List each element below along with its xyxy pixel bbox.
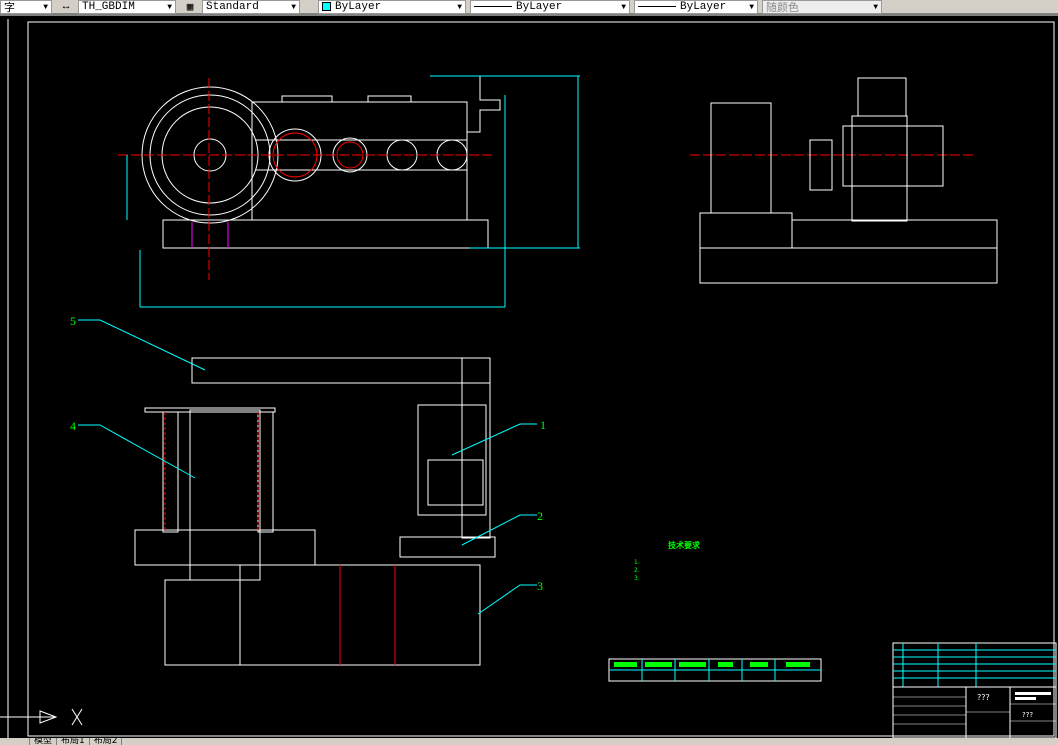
color-swatch-icon xyxy=(322,2,331,11)
plan-hatch xyxy=(164,412,396,665)
chevron-down-icon: ▼ xyxy=(43,2,48,12)
chevron-down-icon: ▼ xyxy=(749,2,754,12)
color-select[interactable]: ByLayer ▼ xyxy=(318,0,466,14)
tech-line-2: 2. xyxy=(634,567,640,574)
centerlines xyxy=(118,78,975,280)
balloon-3: 3 xyxy=(537,579,543,593)
parameter-table xyxy=(608,658,822,682)
properties-toolbar: 字 ▼ ↔ TH_GBDIM ▼ ▦ Standard ▼ ByLayer ▼ ByLa… xyxy=(0,0,1058,16)
lineweight-select[interactable]: ByLayer ▼ xyxy=(634,0,758,14)
tech-line-1: 1. xyxy=(634,559,640,566)
side-view xyxy=(699,77,998,284)
table-style-icon[interactable]: ▦ xyxy=(180,0,200,14)
chevron-down-icon: ▼ xyxy=(621,2,626,12)
magenta-lines xyxy=(191,222,229,248)
tab-layout1[interactable]: 布局1 xyxy=(57,738,90,745)
drawing-frame xyxy=(27,21,1055,737)
chevron-down-icon: ▼ xyxy=(457,2,462,12)
chevron-down-icon: ▼ xyxy=(167,2,172,12)
balloon-5: 5 xyxy=(70,314,76,328)
dimension-style-icon[interactable]: ↔ xyxy=(56,0,76,14)
dimension-style-select[interactable]: TH_GBDIM ▼ xyxy=(78,0,176,14)
title-block-drawing-no: ??? xyxy=(1022,711,1034,719)
title-block xyxy=(892,642,1057,739)
balloon-4: 4 xyxy=(70,419,76,433)
tab-model[interactable]: 模型 xyxy=(30,738,58,745)
text-style-select[interactable]: 字 ▼ xyxy=(0,0,52,15)
plot-style-select: 随颜色 ▼ xyxy=(762,0,882,15)
front-view xyxy=(141,75,501,249)
cad-drawing xyxy=(0,19,1057,739)
tab-layout2[interactable]: 布局2 xyxy=(90,738,123,745)
layout-tabs: 模型 布局1 布局2 xyxy=(0,738,1058,745)
title-block-name: ??? xyxy=(977,693,990,702)
drawing-canvas[interactable]: 1 2 3 4 5 技术要求 1. 2. 3. ??? ??? xyxy=(0,19,1058,739)
line-sample-icon xyxy=(638,6,676,7)
ucs-icon xyxy=(0,708,83,726)
table-style-select[interactable]: Standard ▼ xyxy=(202,0,300,14)
chevron-down-icon: ▼ xyxy=(291,2,296,12)
tab-nav[interactable] xyxy=(0,738,30,745)
tech-line-3: 3. xyxy=(634,575,640,582)
linetype-select[interactable]: ByLayer ▼ xyxy=(470,0,630,14)
balloon-1: 1 xyxy=(540,418,546,432)
balloon-2: 2 xyxy=(537,509,543,523)
line-sample-icon xyxy=(474,6,512,7)
tech-requirements-title: 技术要求 xyxy=(668,541,700,550)
chevron-down-icon: ▼ xyxy=(873,2,878,12)
balloon-leaders xyxy=(78,319,537,615)
plan-view xyxy=(134,357,496,666)
